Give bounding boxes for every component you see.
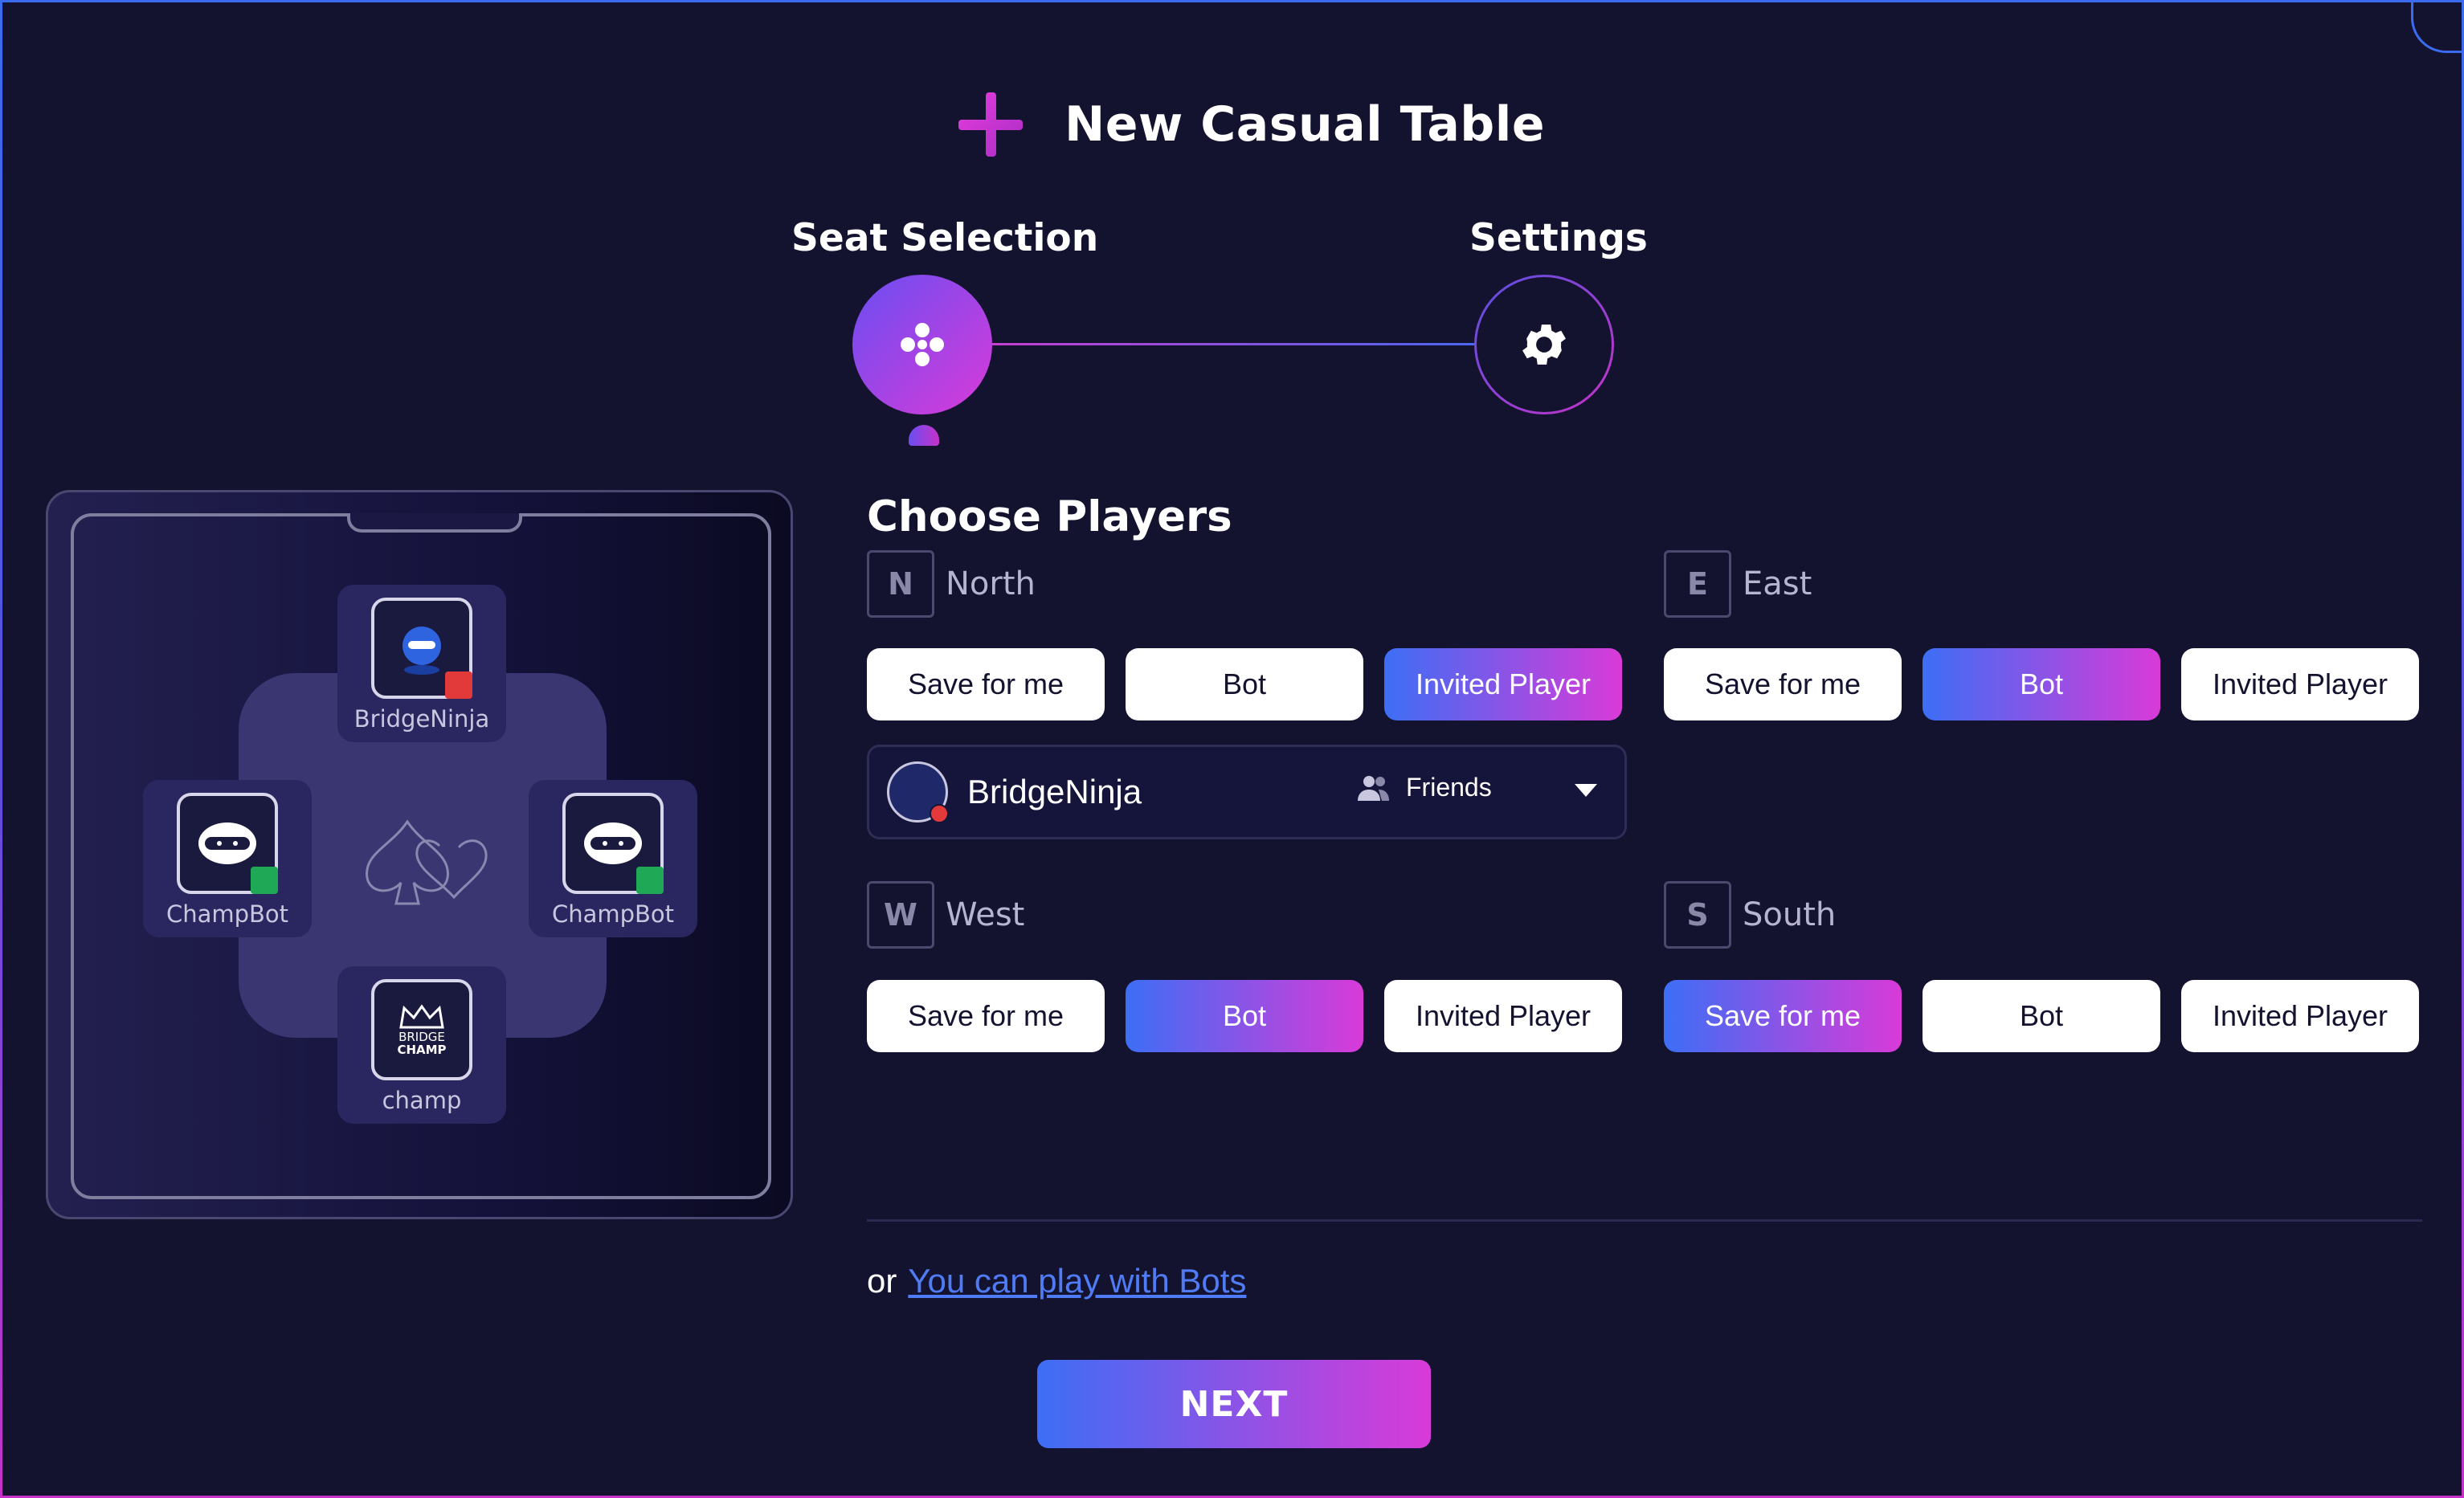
or-text: or (867, 1262, 897, 1300)
seat-label: West (946, 896, 1025, 933)
invited-player-name: BridgeNinja (967, 773, 1142, 810)
south-bot-button[interactable]: Bot (1923, 980, 2160, 1052)
north-invited-player-button[interactable]: Invited Player (1384, 648, 1622, 720)
gear-icon (1522, 324, 1566, 365)
bots-link-row: or You can play with Bots (867, 1262, 1246, 1300)
status-badge (251, 867, 278, 894)
table-preview: BridgeNinja ChampBot ChampBot BRIDGE CHA… (46, 490, 793, 1219)
west-invited-player-button[interactable]: Invited Player (1384, 980, 1622, 1052)
seat-west[interactable]: ChampBot (143, 780, 312, 937)
next-button[interactable]: NEXT (1037, 1360, 1431, 1448)
west-save-for-me-button[interactable]: Save for me (867, 980, 1105, 1052)
choose-players-title: Choose Players (867, 492, 1232, 541)
east-save-for-me-button[interactable]: Save for me (1664, 648, 1902, 720)
avatar (887, 761, 949, 823)
card-suits-icon (366, 819, 488, 905)
friends-icon (1358, 775, 1389, 801)
stepper-line (992, 343, 1477, 345)
step-settings[interactable] (1474, 275, 1614, 414)
status-badge (636, 867, 664, 894)
plus-icon (958, 92, 1023, 157)
seat-label: East (1743, 565, 1812, 602)
seat-letter-badge: S (1664, 881, 1731, 949)
table-border: BridgeNinja ChampBot ChampBot BRIDGE CHA… (71, 513, 771, 1199)
ninja-avatar-icon (402, 627, 441, 675)
crown-icon (399, 1004, 444, 1029)
robot-avatar-icon (584, 822, 642, 864)
friends-filter[interactable]: Friends (1358, 773, 1492, 802)
friends-label: Friends (1406, 773, 1492, 802)
play-with-bots-link[interactable]: You can play with Bots (908, 1262, 1246, 1300)
status-badge (445, 671, 472, 699)
logo-text-line: CHAMP (397, 1043, 447, 1057)
avatar (371, 598, 472, 699)
avatar (177, 793, 278, 894)
seat-north[interactable]: BridgeNinja (337, 585, 506, 742)
step-settings-label: Settings (1469, 216, 1648, 260)
east-bot-button[interactable]: Bot (1923, 648, 2160, 720)
seat-label: South (1743, 896, 1837, 933)
bridge-champ-logo: BRIDGE CHAMP (397, 1031, 446, 1056)
east-invited-player-button[interactable]: Invited Player (2181, 648, 2419, 720)
step-seat-selection[interactable] (852, 275, 992, 414)
table-notch (347, 513, 522, 533)
west-bot-button[interactable]: Bot (1126, 980, 1363, 1052)
robot-avatar-icon (198, 822, 256, 864)
seat-label: North (946, 565, 1036, 602)
step-seat-selection-label: Seat Selection (791, 216, 1099, 260)
seat-letter-badge: N (867, 550, 934, 618)
active-step-indicator (909, 425, 939, 446)
seat-letter-badge: W (867, 881, 934, 949)
seat-letter-badge: E (1664, 550, 1731, 618)
north-save-for-me-button[interactable]: Save for me (867, 648, 1105, 720)
seat-west-name: ChampBot (165, 900, 289, 928)
seat-south[interactable]: BRIDGE CHAMP champ (337, 966, 506, 1124)
logo-text-line: BRIDGE (398, 1030, 445, 1044)
south-invited-player-button[interactable]: Invited Player (2181, 980, 2419, 1052)
dialog-header: New Casual Table (958, 84, 1545, 165)
dots-cross-icon (901, 323, 944, 366)
divider (867, 1219, 2422, 1222)
seat-east[interactable]: ChampBot (529, 780, 697, 937)
north-bot-button[interactable]: Bot (1126, 648, 1363, 720)
south-save-for-me-button[interactable]: Save for me (1664, 980, 1902, 1052)
seat-north-name: BridgeNinja (353, 705, 490, 733)
status-badge (930, 804, 949, 823)
dialog-title: New Casual Table (1064, 96, 1546, 153)
west-label: W West (867, 881, 1024, 949)
new-table-dialog: New Casual Table Seat Selection Settings (0, 0, 2464, 1498)
avatar (562, 793, 664, 894)
north-label: N North (867, 550, 1036, 618)
invited-player-select[interactable]: BridgeNinja Friends (867, 745, 1627, 839)
seat-south-name: champ (382, 1087, 462, 1114)
chevron-down-icon[interactable] (1575, 784, 1597, 797)
dialog-corner (2411, 2, 2462, 53)
east-label: E East (1664, 550, 1812, 618)
avatar: BRIDGE CHAMP (371, 979, 472, 1080)
south-label: S South (1664, 881, 1836, 949)
seat-east-name: ChampBot (551, 900, 675, 928)
